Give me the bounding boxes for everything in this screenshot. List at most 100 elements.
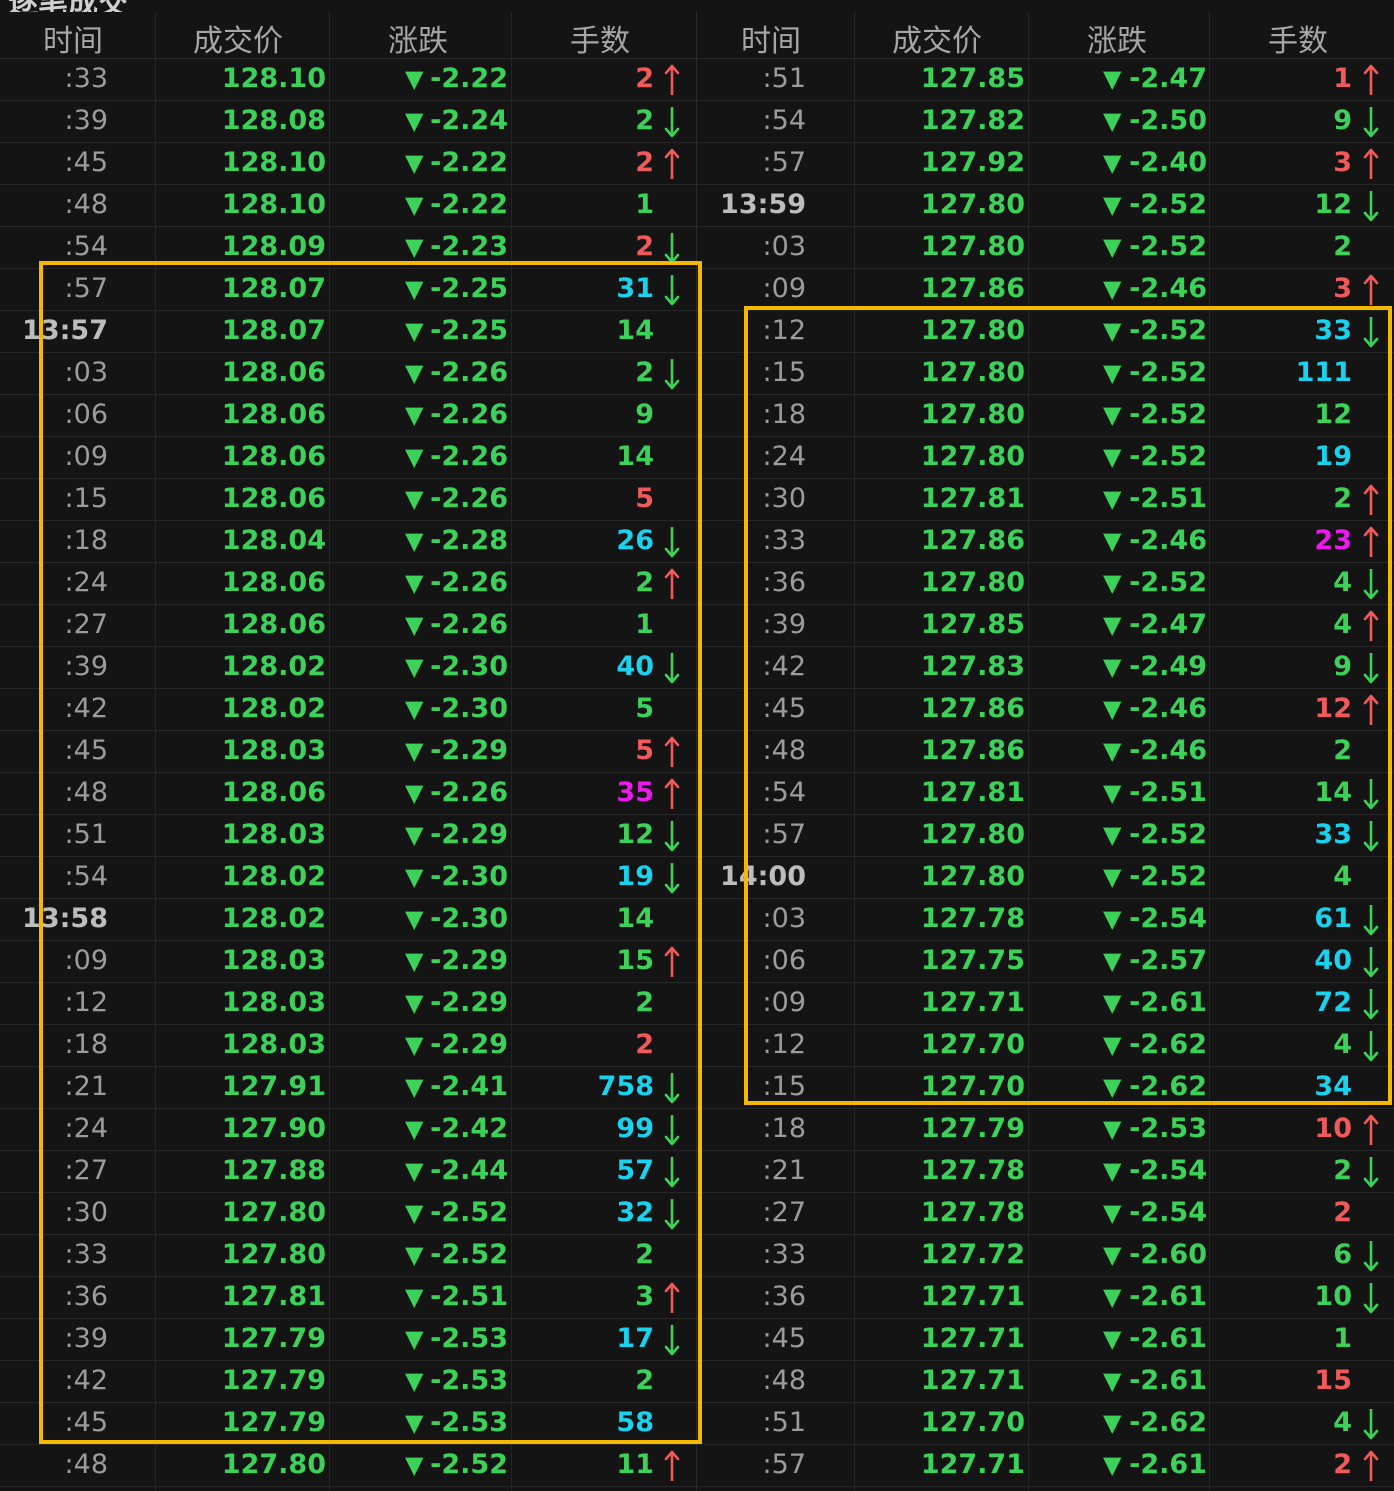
- trade-change: -2.62: [1129, 1029, 1207, 1060]
- trade-row[interactable]: :27 128.06 ▼ -2.26 1: [0, 605, 697, 647]
- trade-row[interactable]: :15 127.70 ▼ -2.62 34: [697, 1067, 1394, 1109]
- trade-row[interactable]: :12 127.70 ▼ -2.62 4: [697, 1025, 1394, 1067]
- trade-row[interactable]: :36 127.71 ▼ -2.61 10: [697, 1277, 1394, 1319]
- trade-row[interactable]: :45 127.86 ▼ -2.46 12: [697, 689, 1394, 731]
- trade-row[interactable]: :18 128.04 ▼ -2.28 26: [0, 521, 697, 563]
- trade-row[interactable]: :18 127.80 ▼ -2.52 12: [697, 395, 1394, 437]
- trade-row[interactable]: :18 128.03 ▼ -2.29 2: [0, 1025, 697, 1067]
- header-time[interactable]: 时间: [43, 16, 103, 60]
- trade-row[interactable]: :39 128.02 ▼ -2.30 40: [0, 647, 697, 689]
- arrow-down-icon: [1362, 819, 1380, 853]
- trade-price: 128.09: [221, 231, 326, 262]
- arrow-down-icon: [663, 231, 681, 265]
- trade-row[interactable]: :57 128.07 ▼ -2.25 31: [0, 269, 697, 311]
- trade-row[interactable]: :57 127.71 ▼ -2.61 2: [697, 1445, 1394, 1487]
- header-price[interactable]: 成交价: [193, 16, 283, 60]
- trade-volume: 19: [616, 861, 654, 892]
- trade-change: -2.29: [430, 819, 508, 850]
- trade-row[interactable]: :54 128.02 ▼ -2.30 19: [0, 857, 697, 899]
- trade-row[interactable]: :21 127.78 ▼ -2.54 2: [697, 1151, 1394, 1193]
- trade-row[interactable]: :03 127.78 ▼ -2.54 61: [697, 899, 1394, 941]
- trade-volume: 26: [616, 525, 654, 556]
- trade-row[interactable]: :54 127.82 ▼ -2.50 9: [697, 101, 1394, 143]
- trade-row[interactable]: :30 127.80 ▼ -2.52 32: [0, 1193, 697, 1235]
- arrow-up-icon: [663, 945, 681, 979]
- trade-row[interactable]: :21 127.91 ▼ -2.41 758: [0, 1067, 697, 1109]
- trade-row[interactable]: :45 128.03 ▼ -2.29 5: [0, 731, 697, 773]
- trade-row[interactable]: :24 128.06 ▼ -2.26 2: [0, 563, 697, 605]
- trade-row[interactable]: :45 127.79 ▼ -2.53 58: [0, 1403, 697, 1445]
- trade-time: :18: [64, 525, 108, 556]
- trade-row[interactable]: :39 127.85 ▼ -2.47 4: [697, 605, 1394, 647]
- arrow-up-icon: [663, 63, 681, 97]
- trade-time: :36: [762, 1281, 806, 1312]
- trade-row[interactable]: 13:59 127.80 ▼ -2.52 12: [697, 185, 1394, 227]
- trade-row[interactable]: 14:00 127.80 ▼ -2.52 4: [697, 857, 1394, 899]
- header-time[interactable]: 时间: [741, 16, 801, 60]
- trade-row[interactable]: :27 127.88 ▼ -2.44 57: [0, 1151, 697, 1193]
- header-price[interactable]: 成交价: [892, 16, 982, 60]
- trade-row[interactable]: :39 127.79 ▼ -2.53 17: [0, 1319, 697, 1361]
- trade-row[interactable]: :51 127.70 ▼ -2.62 4: [697, 1403, 1394, 1445]
- trade-row[interactable]: :33 127.80 ▼ -2.52 2: [0, 1235, 697, 1277]
- trade-time: :30: [64, 1197, 108, 1228]
- trade-row[interactable]: :33 128.10 ▼ -2.22 2: [0, 59, 697, 101]
- header-change[interactable]: 涨跌: [388, 16, 448, 60]
- trade-row[interactable]: :24 127.80 ▼ -2.52 19: [697, 437, 1394, 479]
- trade-row[interactable]: :36 127.81 ▼ -2.51 3: [0, 1277, 697, 1319]
- trade-row[interactable]: :51 127.85 ▼ -2.47 1: [697, 59, 1394, 101]
- trade-row[interactable]: :42 128.02 ▼ -2.30 5: [0, 689, 697, 731]
- trade-row[interactable]: :42 127.79 ▼ -2.53 2: [0, 1361, 697, 1403]
- trade-row[interactable]: :27 127.78 ▼ -2.54 2: [697, 1193, 1394, 1235]
- trade-row[interactable]: :06 127.75 ▼ -2.57 40: [697, 941, 1394, 983]
- trade-price: 127.80: [221, 1197, 326, 1228]
- trade-price: 128.06: [221, 777, 326, 808]
- trade-row[interactable]: :48 127.71 ▼ -2.61 15: [697, 1361, 1394, 1403]
- trade-change: -2.26: [430, 441, 508, 472]
- trade-price: 127.71: [920, 1449, 1025, 1480]
- trade-row[interactable]: :51 128.03 ▼ -2.29 12: [0, 815, 697, 857]
- trade-row[interactable]: :09 128.03 ▼ -2.29 15: [0, 941, 697, 983]
- trade-row[interactable]: :39 128.08 ▼ -2.24 2: [0, 101, 697, 143]
- trade-row[interactable]: :33 127.72 ▼ -2.60 6: [697, 1235, 1394, 1277]
- trade-row[interactable]: 13:57 128.07 ▼ -2.25 14: [0, 311, 697, 353]
- trade-row[interactable]: :33 127.86 ▼ -2.46 23: [697, 521, 1394, 563]
- trade-time: :39: [64, 1323, 108, 1354]
- trade-row[interactable]: :09 127.86 ▼ -2.46 3: [697, 269, 1394, 311]
- trade-row[interactable]: :30 127.81 ▼ -2.51 2: [697, 479, 1394, 521]
- header-change[interactable]: 涨跌: [1087, 16, 1147, 60]
- header-volume[interactable]: 手数: [570, 16, 630, 60]
- trade-time: :48: [64, 777, 108, 808]
- trade-time: 13:57: [22, 315, 108, 346]
- trade-change: -2.42: [430, 1113, 508, 1144]
- trade-row[interactable]: :03 127.80 ▼ -2.52 2: [697, 227, 1394, 269]
- header-volume[interactable]: 手数: [1268, 16, 1328, 60]
- trade-row[interactable]: :15 128.06 ▼ -2.26 5: [0, 479, 697, 521]
- trade-row[interactable]: :48 127.80 ▼ -2.52 11: [0, 1445, 697, 1487]
- trade-volume: 10: [1314, 1113, 1352, 1144]
- trade-row[interactable]: :54 127.81 ▼ -2.51 14: [697, 773, 1394, 815]
- trade-row[interactable]: 13:58 128.02 ▼ -2.30 14: [0, 899, 697, 941]
- trade-row[interactable]: :48 128.06 ▼ -2.26 35: [0, 773, 697, 815]
- trade-row[interactable]: :57 127.80 ▼ -2.52 33: [697, 815, 1394, 857]
- trade-row[interactable]: :06 128.06 ▼ -2.26 9: [0, 395, 697, 437]
- trade-price: 127.86: [920, 735, 1025, 766]
- trade-row[interactable]: :45 128.10 ▼ -2.22 2: [0, 143, 697, 185]
- trade-row[interactable]: :48 127.86 ▼ -2.46 2: [697, 731, 1394, 773]
- trade-row[interactable]: :03 128.06 ▼ -2.26 2: [0, 353, 697, 395]
- trade-row[interactable]: :12 128.03 ▼ -2.29 2: [0, 983, 697, 1025]
- trade-row[interactable]: :48 128.10 ▼ -2.22 1: [0, 185, 697, 227]
- trade-row[interactable]: :54 128.09 ▼ -2.23 2: [0, 227, 697, 269]
- trade-row[interactable]: :45 127.71 ▼ -2.61 1: [697, 1319, 1394, 1361]
- trade-row[interactable]: :12 127.80 ▼ -2.52 33: [697, 311, 1394, 353]
- trade-row[interactable]: :18 127.79 ▼ -2.53 10: [697, 1109, 1394, 1151]
- arrow-up-icon: [1362, 1449, 1380, 1483]
- trade-row[interactable]: :36 127.80 ▼ -2.52 4: [697, 563, 1394, 605]
- trade-row[interactable]: :57 127.92 ▼ -2.40 3: [697, 143, 1394, 185]
- trade-row[interactable]: :09 127.71 ▼ -2.61 72: [697, 983, 1394, 1025]
- trade-row[interactable]: :15 127.80 ▼ -2.52 111: [697, 353, 1394, 395]
- trade-row[interactable]: :24 127.90 ▼ -2.42 99: [0, 1109, 697, 1151]
- trade-volume: 19: [1314, 441, 1352, 472]
- trade-row[interactable]: :09 128.06 ▼ -2.26 14: [0, 437, 697, 479]
- trade-row[interactable]: :42 127.83 ▼ -2.49 9: [697, 647, 1394, 689]
